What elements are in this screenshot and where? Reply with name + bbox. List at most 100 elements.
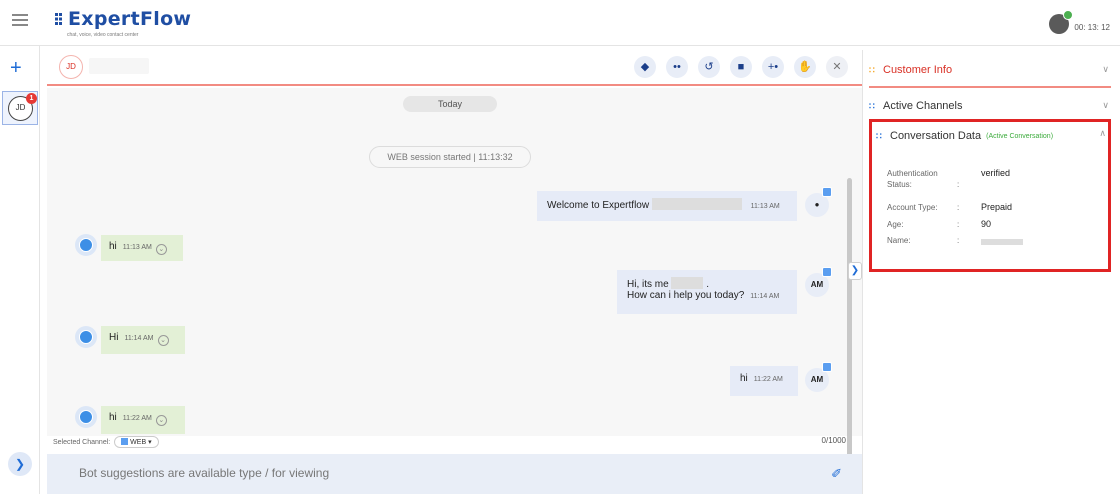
toggle-right-panel-button[interactable]: ❯	[848, 262, 862, 280]
message-text: hi	[109, 241, 117, 252]
agent-avatar-icon[interactable]	[1049, 10, 1074, 34]
agent-status[interactable]: 00: 13: 12	[1049, 10, 1110, 34]
bot-avatar-icon: ●	[805, 187, 832, 217]
conversation-data-title: Conversation Data	[890, 130, 982, 142]
message-options-icon[interactable]: ⌄	[155, 244, 167, 255]
message-text: Welcome to Expertflow	[547, 200, 650, 211]
field-account-type: Account Type:: Prepaid	[887, 202, 1013, 212]
participants-icon[interactable]: ••	[666, 56, 688, 78]
message-options-icon[interactable]: ⌄	[155, 415, 167, 426]
customer-avatar-icon	[75, 234, 97, 256]
message-time: 11:14 AM	[124, 335, 154, 342]
close-icon[interactable]: ✕	[826, 56, 848, 78]
active-channels-section[interactable]: ∷ Active Channels ∨	[869, 94, 1111, 118]
drag-handle-icon[interactable]: ∷	[869, 101, 883, 112]
message-text: Hi	[109, 332, 119, 343]
chat-actions: ◆ •• ↺ ■ +• ✋ ✕	[624, 56, 848, 78]
agent-message: hi 11:22 AM	[730, 366, 798, 396]
chat-header: JD ◆ •• ↺ ■ +• ✋ ✕	[47, 50, 862, 86]
unread-badge: 1	[26, 93, 37, 104]
customer-message: Hi 11:14 AM ⌄	[101, 326, 185, 354]
channel-select[interactable]: WEB ▾	[114, 436, 159, 448]
customer-avatar[interactable]: JD	[59, 55, 83, 79]
add-agent-icon[interactable]: +•	[762, 56, 784, 78]
logo-grid-icon	[55, 13, 62, 25]
agent-avatar-icon: AM	[805, 267, 832, 297]
message-time: 11:13 AM	[750, 203, 780, 210]
date-separator: Today	[403, 96, 497, 112]
message-scrollbar[interactable]	[847, 178, 852, 468]
drag-handle-icon[interactable]: ∷	[876, 131, 890, 142]
wrapup-icon[interactable]: ■	[730, 56, 752, 78]
redacted-text	[651, 198, 742, 210]
agent-avatar-icon: AM	[805, 362, 832, 392]
chat-area: JD ◆ •• ↺ ■ +• ✋ ✕ Today WEB session sta…	[47, 50, 862, 494]
message-time: 11:13 AM	[122, 244, 152, 251]
customer-info-title: Customer Info	[883, 64, 953, 76]
menu-icon[interactable]	[12, 14, 28, 26]
message-text-line2: How can i help you today?	[627, 290, 745, 301]
logo-text: ExpertFlow	[68, 8, 192, 30]
redacted-text	[981, 239, 1023, 245]
char-counter: 0/1000	[821, 436, 846, 445]
field-key: Status:	[887, 180, 912, 189]
message-options-icon[interactable]: ⌄	[157, 335, 169, 346]
customer-panel: ∷ Customer Info ∨ ∷ Active Channels ∨ ∷ Co…	[862, 50, 1120, 494]
field-age: Age::90	[887, 219, 992, 229]
attachment-icon[interactable]: ✐	[831, 466, 842, 482]
message-text: hi	[109, 412, 117, 423]
logo: ExpertFlow chat, voice, video contact ce…	[55, 8, 192, 38]
chevron-down-icon[interactable]: ∨	[1102, 64, 1109, 75]
message-text-line1: Hi, its me	[627, 279, 669, 290]
customer-name-redacted	[89, 58, 149, 74]
field-name: Name::	[887, 236, 1023, 245]
selected-channel-label: Selected Channel:	[53, 439, 111, 446]
agent-message: Hi, its me . How can i help you today? 11…	[617, 270, 797, 314]
message-list: Today WEB session started | 11:13:32 Wel…	[47, 88, 862, 468]
status-online-icon	[1063, 10, 1074, 20]
field-authentication: Authentication verified	[887, 168, 1010, 178]
bot-message: Welcome to Expertflow 11:13 AM	[537, 191, 797, 221]
conversation-data-section[interactable]: ∷ Conversation Data (Active Conversation…	[869, 119, 1111, 272]
drag-handle-icon[interactable]: ∷	[869, 65, 883, 76]
conversation-rail: + JD 1 ❯	[0, 46, 40, 494]
logo-tagline: chat, voice, video contact center	[67, 32, 139, 38]
expand-rail-button[interactable]: ❯	[8, 452, 32, 476]
field-key: Authentication	[887, 169, 938, 178]
web-channel-icon	[121, 438, 129, 445]
history-icon[interactable]: ↺	[698, 56, 720, 78]
active-conversation-tag: (Active Conversation)	[986, 132, 1054, 140]
field-value: 90	[981, 219, 992, 229]
redacted-text	[671, 277, 704, 289]
hand-icon[interactable]: ✋	[794, 56, 816, 78]
chevron-down-icon[interactable]: ∨	[1102, 100, 1109, 111]
field-key: Name:	[887, 236, 911, 245]
customer-message: hi 11:22 AM ⌄	[101, 406, 185, 434]
customer-avatar-icon	[75, 406, 97, 428]
field-value: Prepaid	[981, 202, 1013, 212]
conversation-item[interactable]: JD 1	[2, 91, 38, 125]
web-channel-icon	[822, 362, 832, 372]
agent-initials: AM	[810, 375, 824, 384]
message-composer[interactable]: Bot suggestions are available type / for…	[47, 454, 862, 494]
web-channel-icon	[822, 267, 832, 277]
add-conversation-button[interactable]: +	[10, 58, 22, 78]
top-bar: ExpertFlow chat, voice, video contact ce…	[0, 0, 1120, 46]
channel-select-value: WEB	[130, 439, 147, 446]
field-value: verified	[981, 168, 1011, 178]
message-text: hi	[740, 373, 748, 384]
field-authentication-line2: Status::	[887, 180, 960, 189]
agent-timer: 00: 13: 12	[1074, 22, 1110, 32]
composer-placeholder[interactable]: Bot suggestions are available type / for…	[79, 466, 329, 480]
channel-selector-row: Selected Channel: WEB ▾	[53, 436, 159, 448]
web-channel-icon	[822, 187, 832, 197]
chevron-up-icon[interactable]: ∧	[1099, 128, 1106, 139]
field-key: Age:	[887, 220, 904, 229]
field-key: Account Type:	[887, 203, 938, 212]
customer-info-section[interactable]: ∷ Customer Info ∨	[869, 58, 1111, 88]
active-channels-title: Active Channels	[883, 100, 963, 112]
message-time: 11:14 AM	[750, 293, 780, 300]
bot-icon[interactable]: ◆	[634, 56, 656, 78]
customer-avatar-icon	[75, 326, 97, 348]
customer-message: hi 11:13 AM ⌄	[101, 235, 183, 261]
